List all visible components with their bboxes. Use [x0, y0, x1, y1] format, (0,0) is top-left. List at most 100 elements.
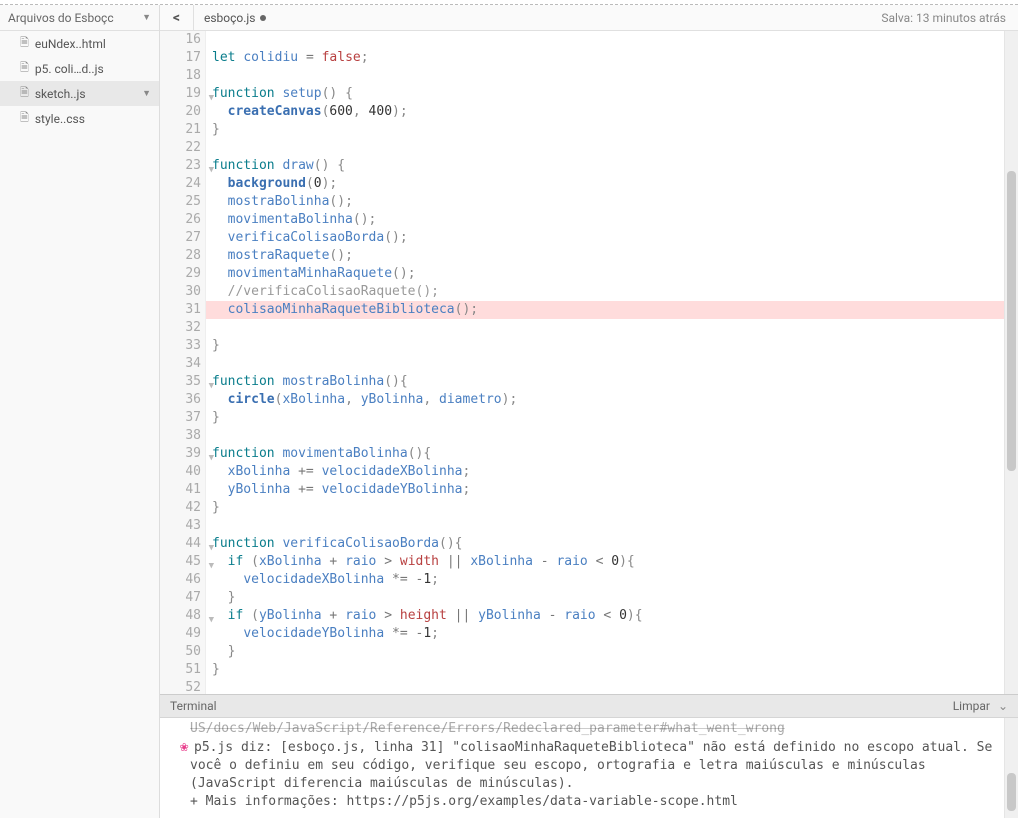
code-line[interactable]: if (xBolinha + raio > width || xBolinha …: [206, 553, 1004, 571]
terminal-message: ❀p5.js diz: [esboço.js, linha 31] "colis…: [190, 738, 994, 811]
code-line[interactable]: mostraBolinha();: [206, 193, 1004, 211]
gutter-line: 22: [160, 139, 205, 157]
code-line[interactable]: }: [206, 661, 1004, 679]
code-line[interactable]: [206, 679, 1004, 694]
gutter-line: 16: [160, 31, 205, 49]
code-line[interactable]: [206, 139, 1004, 157]
code-line[interactable]: colisaoMinhaRaqueteBiblioteca();: [206, 301, 1004, 319]
terminal-header: Terminal Limpar ⌄: [160, 694, 1018, 718]
code-line[interactable]: circle(xBolinha, yBolinha, diametro);: [206, 391, 1004, 409]
editor-scrollbar[interactable]: [1004, 31, 1018, 694]
code-line[interactable]: [206, 31, 1004, 49]
code-line[interactable]: createCanvas(600, 400);: [206, 103, 1004, 121]
gutter-line: 21: [160, 121, 205, 139]
code-line[interactable]: movimentaMinhaRaquete();: [206, 265, 1004, 283]
gutter-line: 52: [160, 679, 205, 694]
code-line[interactable]: }: [206, 121, 1004, 139]
gutter-line: 46: [160, 571, 205, 589]
editor-tab-bar: < esboço.js Salva: 13 minutos atrás: [160, 5, 1018, 31]
code-line[interactable]: function verificaColisaoBorda(){: [206, 535, 1004, 553]
fold-marker-icon[interactable]: ▼: [209, 449, 214, 467]
code-line[interactable]: xBolinha += velocidadeXBolinha;: [206, 463, 1004, 481]
gutter-line: 18: [160, 67, 205, 85]
terminal-title: Terminal: [170, 699, 217, 713]
code-line[interactable]: function mostraBolinha(){: [206, 373, 1004, 391]
editor-scroll-thumb[interactable]: [1007, 171, 1016, 471]
fold-marker-icon[interactable]: ▼: [209, 611, 214, 629]
code-line[interactable]: background(0);: [206, 175, 1004, 193]
terminal-scroll-thumb[interactable]: [1007, 773, 1016, 811]
tab-active[interactable]: esboço.js: [194, 5, 276, 31]
code-line[interactable]: }: [206, 337, 1004, 355]
code-line[interactable]: let colidiu = false;: [206, 49, 1004, 67]
dirty-indicator-icon: [260, 15, 266, 21]
code-line[interactable]: function draw() {: [206, 157, 1004, 175]
fold-marker-icon[interactable]: ▼: [209, 89, 214, 107]
file-label: sketch..js: [35, 87, 86, 101]
chevron-down-icon: ▼: [142, 88, 151, 99]
main-row: Arquivos do Esboçc ▼ 🗎euNdex..html 🗎 p5. c…: [0, 5, 1018, 818]
line-gutter: 16171819▼20212223▼2425262728293031323334…: [160, 31, 206, 694]
code-line[interactable]: }: [206, 589, 1004, 607]
code-line[interactable]: function movimentaBolinha(){: [206, 445, 1004, 463]
code-body[interactable]: let colidiu = false; function setup() { c…: [206, 31, 1004, 694]
code-line[interactable]: movimentaBolinha();: [206, 211, 1004, 229]
code-line[interactable]: if (yBolinha + raio > height || yBolinha…: [206, 607, 1004, 625]
code-line[interactable]: [206, 517, 1004, 535]
fold-marker-icon[interactable]: ▼: [209, 557, 214, 575]
gutter-line: 43: [160, 517, 205, 535]
gutter-line: 32: [160, 319, 205, 337]
code-line[interactable]: }: [206, 499, 1004, 517]
back-button[interactable]: <: [160, 5, 194, 31]
code-line[interactable]: function setup() {: [206, 85, 1004, 103]
gutter-line: 27: [160, 229, 205, 247]
file-item[interactable]: 🗎euNdex..html: [0, 31, 159, 56]
gutter-line: 26: [160, 211, 205, 229]
code-editor[interactable]: 16171819▼20212223▼2425262728293031323334…: [160, 31, 1018, 694]
file-list: 🗎euNdex..html 🗎 p5. coli…d..js 🗎 sketch..js ▼…: [0, 31, 159, 131]
gutter-line: 20: [160, 103, 205, 121]
terminal-clear-button[interactable]: Limpar: [953, 699, 990, 713]
gutter-line: 23▼: [160, 157, 205, 175]
fold-marker-icon[interactable]: ▼: [209, 539, 214, 557]
gutter-line: 19▼: [160, 85, 205, 103]
gutter-line: 17: [160, 49, 205, 67]
code-line[interactable]: [206, 67, 1004, 85]
code-line[interactable]: //verificaColisaoRaquete();: [206, 283, 1004, 301]
gutter-line: 34: [160, 355, 205, 373]
file-label: p5. coli…d..js: [35, 62, 104, 76]
gutter-line: 47: [160, 589, 205, 607]
file-sidebar: Arquivos do Esboçc ▼ 🗎euNdex..html 🗎 p5. c…: [0, 5, 160, 818]
fold-marker-icon[interactable]: ▼: [209, 377, 214, 395]
code-line[interactable]: }: [206, 409, 1004, 427]
gutter-line: 28: [160, 247, 205, 265]
chevron-down-icon[interactable]: ⌄: [998, 699, 1008, 713]
gutter-line: 37: [160, 409, 205, 427]
fold-marker-icon[interactable]: ▼: [209, 161, 214, 179]
code-line[interactable]: [206, 355, 1004, 373]
file-item[interactable]: 🗎 p5. coli…d..js: [0, 56, 159, 81]
code-line[interactable]: [206, 319, 1004, 337]
gutter-line: 24: [160, 175, 205, 193]
sidebar-title: Arquivos do Esboçc: [8, 11, 114, 25]
file-icon: 🗎: [20, 59, 29, 78]
gutter-line: 29: [160, 265, 205, 283]
terminal-scrollbar[interactable]: [1004, 718, 1018, 818]
terminal-content[interactable]: US/docs/Web/JavaScript/Reference/Errors/…: [160, 718, 1004, 818]
code-line[interactable]: }: [206, 643, 1004, 661]
tab-label: esboço.js: [204, 11, 256, 25]
code-line[interactable]: velocidadeYBolinha *= -1;: [206, 625, 1004, 643]
sidebar-header[interactable]: Arquivos do Esboçc ▼: [0, 5, 159, 31]
code-line[interactable]: yBolinha += velocidadeYBolinha;: [206, 481, 1004, 499]
file-icon: 🗎: [20, 84, 29, 103]
code-line[interactable]: verificaColisaoBorda();: [206, 229, 1004, 247]
file-item[interactable]: 🗎 sketch..js ▼: [0, 81, 159, 106]
code-line[interactable]: velocidadeXBolinha *= -1;: [206, 571, 1004, 589]
code-line[interactable]: [206, 427, 1004, 445]
file-item[interactable]: 🗎style..css: [0, 106, 159, 131]
code-line[interactable]: mostraRaquete();: [206, 247, 1004, 265]
save-status: Salva: 13 minutos atrás: [881, 11, 1018, 25]
terminal-body: US/docs/Web/JavaScript/Reference/Errors/…: [160, 718, 1018, 818]
gutter-line: 35▼: [160, 373, 205, 391]
gutter-line: 50: [160, 643, 205, 661]
